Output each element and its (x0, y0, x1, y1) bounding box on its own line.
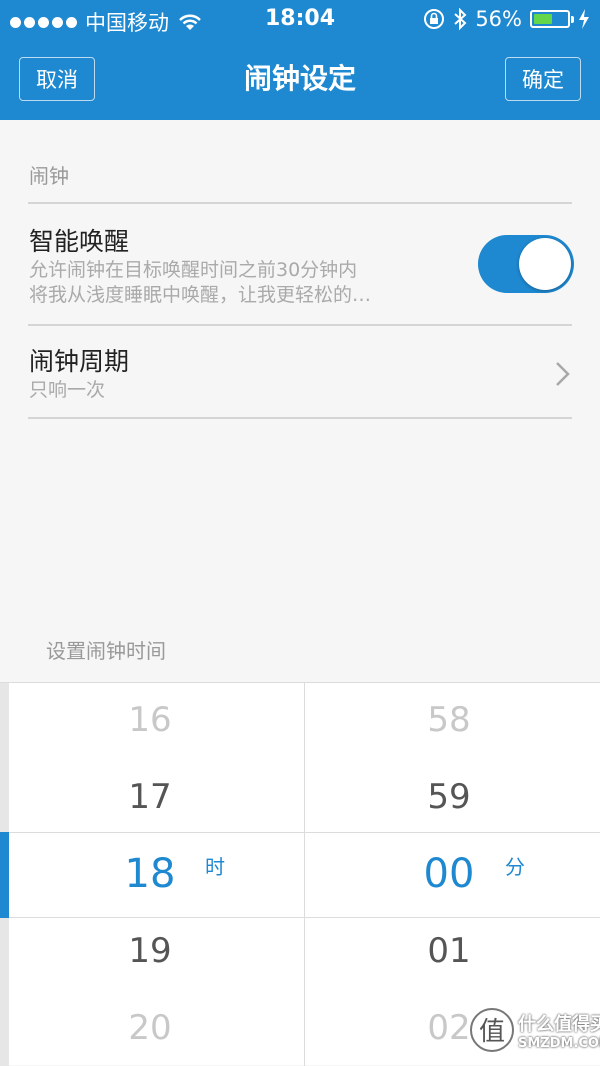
divider (28, 202, 572, 204)
watermark-logo: 值 (470, 1008, 514, 1052)
smart-wake-title: 智能唤醒 (29, 227, 130, 256)
picker-label: 设置闹钟时间 (46, 639, 166, 663)
hour-option[interactable]: 20 (50, 1008, 250, 1048)
picker-selection-accent (0, 832, 9, 918)
battery-icon (530, 10, 574, 28)
battery-percent: 56% (475, 7, 522, 31)
hour-option[interactable]: 19 (50, 931, 250, 971)
alarm-period-title: 闹钟周期 (29, 347, 130, 376)
alarm-period-value: 只响一次 (29, 379, 106, 401)
watermark-en: SMZDM.COM (518, 1035, 600, 1051)
watermark-cn: 什么值得买 (518, 1013, 600, 1035)
divider (28, 417, 572, 419)
status-right: 56% (423, 7, 590, 31)
hour-option[interactable]: 16 (50, 700, 250, 740)
picker-column-divider (304, 683, 305, 1066)
confirm-button[interactable]: 确定 (505, 57, 581, 101)
status-bar: 中国移动 18:04 56% (0, 0, 600, 40)
minute-option[interactable]: 59 (349, 777, 549, 817)
smart-wake-desc-line2: 将我从浅度睡眠中唤醒，让我更轻松的… (29, 284, 372, 306)
hour-unit-label: 时 (205, 855, 225, 879)
divider (28, 324, 572, 326)
bluetooth-icon (454, 8, 467, 30)
section-header: 闹钟 (29, 164, 69, 188)
smart-wake-desc-line1: 允许闹钟在目标唤醒时间之前30分钟内 (29, 259, 358, 281)
watermark-text: 什么值得买 SMZDM.COM (518, 1010, 600, 1051)
watermark: 值 什么值得买 SMZDM.COM (470, 1008, 600, 1052)
rotation-lock-icon (424, 9, 445, 29)
battery-fill (534, 14, 552, 24)
charging-bolt-icon (579, 9, 589, 29)
minute-option[interactable]: 01 (349, 931, 549, 971)
hour-option[interactable]: 17 (50, 777, 250, 817)
minute-option[interactable]: 58 (349, 700, 549, 740)
chevron-right-icon (556, 362, 570, 386)
minute-unit-label: 分 (505, 855, 525, 879)
smart-wake-toggle[interactable] (478, 235, 574, 293)
app-header: 中国移动 18:04 56% 取消 闹钟设定 确定 (0, 0, 600, 120)
toggle-knob (519, 238, 571, 290)
